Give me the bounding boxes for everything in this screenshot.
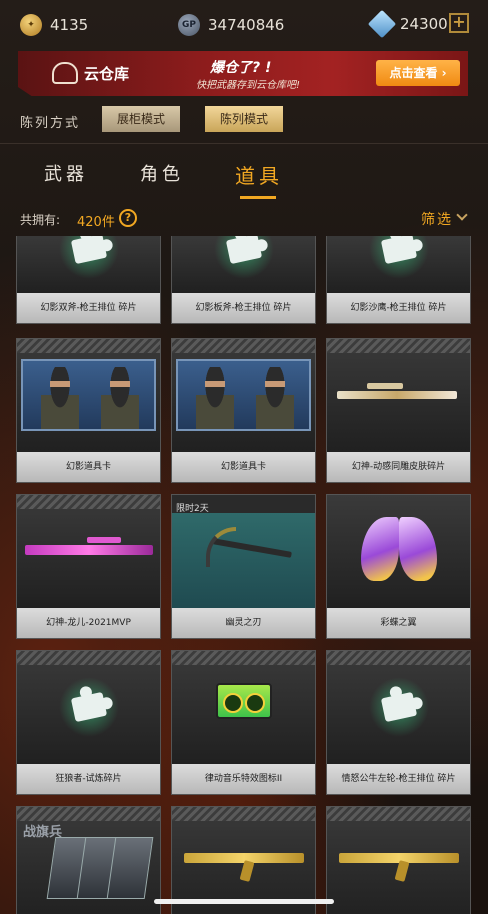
gp-value: 34740846 bbox=[208, 16, 285, 34]
gem-value: 24300 bbox=[400, 15, 448, 33]
item-card[interactable]: 幻影道具卡 bbox=[16, 338, 161, 483]
home-indicator[interactable] bbox=[154, 899, 334, 904]
coin-icon: ✦ bbox=[20, 14, 42, 36]
item-art bbox=[172, 807, 315, 914]
item-card[interactable]: 战旗兵 bbox=[16, 806, 161, 914]
item-name: 情怒公牛左轮-枪王排位 碎片 bbox=[327, 764, 470, 794]
item-card[interactable]: 限时2天 幽灵之刃 bbox=[171, 494, 316, 639]
item-art bbox=[327, 236, 470, 293]
tab-weapons[interactable]: 武器 bbox=[44, 160, 88, 186]
item-art bbox=[327, 339, 470, 453]
gp-counter: GP 34740846 bbox=[178, 14, 284, 36]
item-art bbox=[17, 339, 160, 453]
item-card[interactable]: 彩蝶之翼 bbox=[326, 494, 471, 639]
pink-rifle-image bbox=[25, 545, 153, 555]
time-limit-tag: 限时2天 bbox=[176, 504, 209, 514]
cloud-icon bbox=[52, 62, 78, 84]
item-name: 幻影板斧-枪王排位 碎片 bbox=[172, 293, 315, 323]
add-currency-button[interactable]: + bbox=[449, 13, 469, 33]
item-name: 幻影双斧-枪王排位 碎片 bbox=[17, 293, 160, 323]
item-card[interactable]: 律动音乐特效图标II bbox=[171, 650, 316, 795]
filter-button[interactable]: 筛选 bbox=[421, 209, 453, 229]
divider bbox=[0, 143, 488, 144]
soldiers-image bbox=[21, 359, 156, 431]
sniper-rifle-image bbox=[337, 391, 457, 399]
chevron-down-icon[interactable] bbox=[456, 209, 468, 221]
item-card[interactable]: 幻影板斧-枪王排位 碎片 bbox=[171, 236, 316, 324]
puzzle-icon bbox=[369, 677, 429, 737]
banner-slogan-line1: 爆仓了? ! bbox=[210, 60, 272, 76]
category-tabs: 武器 角色 道具 bbox=[0, 160, 488, 202]
resource-bar: ✦ 4135 GP 34740846 24300 + bbox=[0, 0, 488, 50]
display-mode-button[interactable]: 陈列模式 bbox=[205, 106, 283, 132]
item-card[interactable] bbox=[326, 806, 471, 914]
item-name: 彩蝶之翼 bbox=[327, 608, 470, 638]
item-name: 幻影道具卡 bbox=[172, 452, 315, 482]
flag-soldier-title: 战旗兵 bbox=[23, 825, 63, 840]
cloud-warehouse-banner[interactable]: 云仓库 爆仓了? ! 快把武器存到云仓库吧! 点击查看 › bbox=[18, 51, 468, 96]
puzzle-icon bbox=[214, 236, 274, 279]
tab-items[interactable]: 道具 bbox=[235, 160, 283, 189]
gem-counter: 24300 bbox=[367, 9, 448, 39]
rifle-scope bbox=[367, 383, 403, 389]
display-mode-label: 陈列方式 bbox=[20, 116, 81, 131]
item-card[interactable]: 幻影沙鹰-枪王排位 碎片 bbox=[326, 236, 471, 324]
tab-characters[interactable]: 角色 bbox=[140, 160, 184, 186]
item-name: 幻影沙鹰-枪王排位 碎片 bbox=[327, 293, 470, 323]
item-art bbox=[327, 807, 470, 914]
rifle-scope bbox=[87, 537, 121, 543]
item-grid: 幻影双斧-枪王排位 碎片 幻影板斧-枪王排位 碎片 幻影沙鹰-枪王排位 碎片 幻… bbox=[0, 236, 488, 914]
item-art bbox=[17, 495, 160, 609]
showcase-mode-button[interactable]: 展柜模式 bbox=[102, 106, 180, 132]
butterfly-wings-image bbox=[361, 517, 437, 581]
count-row: 共拥有: 420件 ? 筛选 bbox=[0, 208, 488, 230]
puzzle-icon bbox=[59, 677, 119, 737]
item-art bbox=[327, 495, 470, 609]
help-icon[interactable]: ? bbox=[119, 209, 137, 227]
flag-cards-image bbox=[29, 829, 154, 904]
display-mode-row: 陈列方式 展柜模式 陈列模式 bbox=[0, 106, 488, 134]
gp-icon: GP bbox=[178, 14, 200, 36]
coin-counter: ✦ 4135 bbox=[20, 14, 88, 36]
item-card[interactable]: 幻神-龙儿-2021MVP bbox=[16, 494, 161, 639]
item-art bbox=[172, 236, 315, 293]
item-name: 幻神-动感同雕皮肤碎片 bbox=[327, 452, 470, 482]
item-name: 幻神-龙儿-2021MVP bbox=[17, 608, 160, 638]
active-tab-indicator bbox=[240, 196, 276, 199]
view-cloud-button[interactable]: 点击查看 › bbox=[376, 60, 460, 86]
cloud-title: 云仓库 bbox=[84, 65, 130, 83]
item-art: 战旗兵 bbox=[17, 807, 160, 914]
item-art bbox=[17, 651, 160, 765]
item-art bbox=[172, 651, 315, 765]
rifle-magazine bbox=[239, 860, 255, 882]
coin-value: 4135 bbox=[50, 16, 89, 34]
item-art bbox=[172, 339, 315, 453]
item-card[interactable]: 情怒公牛左轮-枪王排位 碎片 bbox=[326, 650, 471, 795]
item-name: 幽灵之刃 bbox=[172, 608, 315, 638]
item-card[interactable]: 狂狼者-试炼碎片 bbox=[16, 650, 161, 795]
item-name: 幻影道具卡 bbox=[17, 452, 160, 482]
soldiers-image bbox=[176, 359, 311, 431]
puzzle-icon bbox=[369, 236, 429, 279]
item-card[interactable]: 幻神-动感同雕皮肤碎片 bbox=[326, 338, 471, 483]
boombox-icon bbox=[216, 683, 272, 719]
item-art bbox=[17, 236, 160, 293]
item-name: 狂狼者-试炼碎片 bbox=[17, 764, 160, 794]
item-card[interactable]: 幻影双斧-枪王排位 碎片 bbox=[16, 236, 161, 324]
item-name: 律动音乐特效图标II bbox=[172, 764, 315, 794]
puzzle-icon bbox=[59, 236, 119, 279]
item-art bbox=[327, 651, 470, 765]
item-card[interactable]: 幻影道具卡 bbox=[171, 338, 316, 483]
item-art: 限时2天 bbox=[172, 495, 315, 609]
owned-count: 420件 bbox=[77, 215, 115, 230]
pickaxe-blade bbox=[206, 527, 236, 567]
item-card[interactable] bbox=[171, 806, 316, 914]
owned-label: 共拥有: bbox=[20, 213, 61, 227]
diamond-icon bbox=[367, 9, 397, 39]
banner-slogan-line2: 快把武器存到云仓库吧! bbox=[196, 80, 301, 91]
rifle-magazine bbox=[394, 860, 410, 882]
